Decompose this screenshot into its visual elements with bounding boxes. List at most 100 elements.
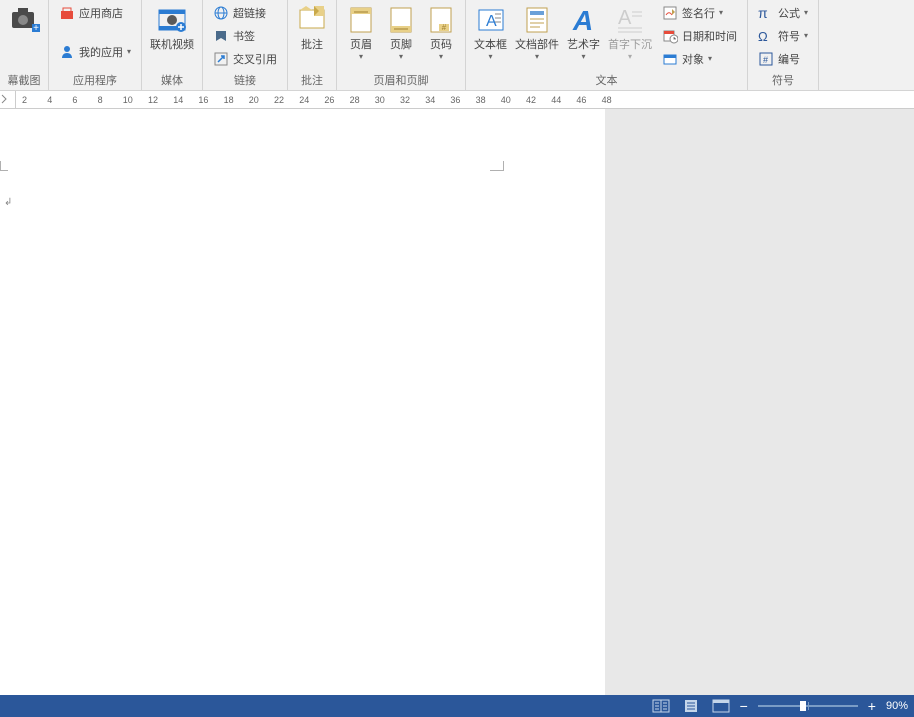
- group-apps: 应用商店 我的应用 ▾ 应用程序: [49, 0, 142, 90]
- ruler-tick: 36: [450, 95, 460, 105]
- chevron-down-icon: ▾: [708, 54, 712, 63]
- zoom-slider[interactable]: [758, 705, 858, 707]
- zoom-out-button[interactable]: −: [736, 698, 752, 714]
- label: 页脚: [390, 38, 412, 52]
- ruler-tick: 28: [350, 95, 360, 105]
- label: 应用商店: [79, 5, 123, 21]
- label: 批注: [301, 38, 323, 52]
- ruler-tick: 16: [198, 95, 208, 105]
- hyperlink-button[interactable]: 超链接: [211, 2, 279, 23]
- ruler-tick: 24: [299, 95, 309, 105]
- hyperlink-icon: [213, 5, 229, 21]
- header-button[interactable]: 页眉 ▾: [341, 2, 381, 63]
- zoom-percent[interactable]: 90%: [886, 700, 908, 712]
- zoom-in-button[interactable]: +: [864, 698, 880, 714]
- header-icon: [345, 4, 377, 36]
- label: 编号: [778, 51, 800, 67]
- group-label: 批注: [292, 70, 332, 90]
- number-button[interactable]: # 编号: [756, 48, 810, 69]
- online-video-button[interactable]: 联机视频: [146, 2, 198, 54]
- camera-icon: +: [8, 4, 40, 36]
- symbol-icon: Ω: [758, 28, 774, 44]
- label: 书签: [233, 28, 255, 44]
- video-icon: [156, 4, 188, 36]
- signature-icon: [662, 5, 678, 21]
- ruler-tick: 12: [148, 95, 158, 105]
- wordart-icon: A: [568, 4, 600, 36]
- comment-button[interactable]: 批注: [292, 2, 332, 54]
- number-icon: #: [758, 51, 774, 67]
- svg-text:#: #: [763, 55, 768, 65]
- screenshot-button[interactable]: +: [4, 2, 44, 40]
- chevron-down-icon: ▾: [535, 52, 539, 61]
- chevron-down-icon: ▾: [719, 8, 723, 17]
- horizontal-ruler[interactable]: 2468101214161820222426283032343638404244…: [0, 91, 914, 109]
- group-symbols: π 公式 ▾ Ω 符号 ▾ # 编号 符号: [748, 0, 819, 90]
- group-label: 媒体: [146, 70, 198, 90]
- label: 页码: [430, 38, 452, 52]
- pagenum-button[interactable]: # 页码 ▾: [421, 2, 461, 63]
- datetime-icon: [662, 28, 678, 44]
- svg-text:A: A: [572, 5, 593, 36]
- bookmark-icon: [213, 28, 229, 44]
- equation-button[interactable]: π 公式 ▾: [756, 2, 810, 23]
- slider-thumb[interactable]: [800, 701, 806, 711]
- doc-parts-button[interactable]: 文档部件 ▾: [511, 2, 563, 63]
- ruler-tick: 26: [324, 95, 334, 105]
- crossref-button[interactable]: 交叉引用: [211, 48, 279, 69]
- object-button[interactable]: 对象 ▾: [660, 48, 739, 69]
- chevron-down-icon: ▾: [804, 8, 808, 17]
- store-icon: [59, 5, 75, 21]
- ruler-tick: 10: [123, 95, 133, 105]
- ruler-tick: 20: [249, 95, 259, 105]
- read-mode-button[interactable]: [652, 699, 670, 713]
- group-comments: 批注 批注: [288, 0, 337, 90]
- symbol-button[interactable]: Ω 符号 ▾: [756, 25, 810, 46]
- document-page[interactable]: ↲: [0, 109, 605, 695]
- bookmark-button[interactable]: 书签: [211, 25, 279, 46]
- group-text: A 文本框 ▾ 文档部件 ▾ A 艺术字 ▾ A 首字下沉 ▾: [466, 0, 748, 90]
- print-layout-button[interactable]: [682, 699, 700, 713]
- ruler-tick: 18: [224, 95, 234, 105]
- signature-line-button[interactable]: 签名行 ▾: [660, 2, 739, 23]
- footer-button[interactable]: 页脚 ▾: [381, 2, 421, 63]
- ruler-tick: 2: [22, 95, 27, 105]
- status-bar: − + 90%: [0, 695, 914, 717]
- datetime-button[interactable]: 日期和时间: [660, 25, 739, 46]
- ruler-tick: 44: [551, 95, 561, 105]
- group-label: 链接: [207, 70, 283, 90]
- myapps-icon: [59, 44, 75, 60]
- web-layout-button[interactable]: [712, 699, 730, 713]
- ruler-tick: 42: [526, 95, 536, 105]
- group-label: 文本: [470, 70, 743, 90]
- group-headerfooter: 页眉 ▾ 页脚 ▾ # 页码 ▾ 页眉和页脚: [337, 0, 466, 90]
- my-apps-button[interactable]: 我的应用 ▾: [57, 41, 133, 62]
- textbox-icon: A: [475, 4, 507, 36]
- group-label: 应用程序: [53, 70, 137, 90]
- textbox-button[interactable]: A 文本框 ▾: [470, 2, 511, 63]
- svg-text:Ω: Ω: [758, 29, 768, 44]
- label: 页眉: [350, 38, 372, 52]
- pagenum-icon: #: [425, 4, 457, 36]
- ruler-tick: 46: [576, 95, 586, 105]
- group-label: 幕截图: [4, 70, 44, 90]
- ruler-tick: 32: [400, 95, 410, 105]
- chevron-down-icon: ▾: [804, 31, 808, 40]
- group-media: 联机视频 媒体: [142, 0, 203, 90]
- chevron-down-icon: ▾: [628, 52, 632, 61]
- label: 艺术字: [567, 38, 600, 52]
- ruler-tick: 38: [476, 95, 486, 105]
- ruler-tick: 8: [98, 95, 103, 105]
- equation-icon: π: [758, 5, 774, 21]
- dropcap-icon: A: [614, 4, 646, 36]
- chevron-down-icon: ▾: [489, 52, 493, 61]
- svg-text:+: +: [33, 23, 39, 34]
- ruler-tick: 40: [501, 95, 511, 105]
- wordart-button[interactable]: A 艺术字 ▾: [563, 2, 604, 63]
- label: 我的应用: [79, 44, 123, 60]
- app-store-button[interactable]: 应用商店: [57, 2, 133, 23]
- label: 对象: [682, 51, 704, 67]
- comment-icon: [296, 4, 328, 36]
- label: 签名行: [682, 5, 715, 21]
- label: 日期和时间: [682, 28, 737, 44]
